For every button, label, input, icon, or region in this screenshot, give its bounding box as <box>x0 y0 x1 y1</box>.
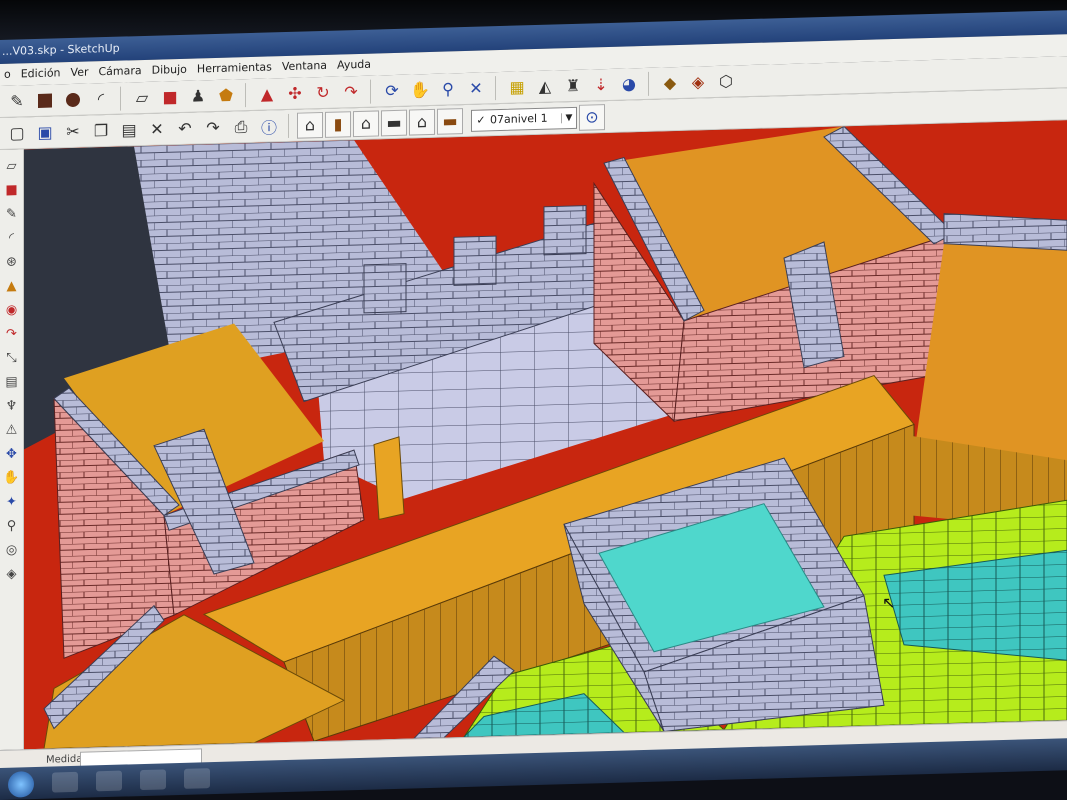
look-around-icon[interactable]: ◈ <box>2 563 22 584</box>
castle-model <box>24 125 1067 750</box>
separator <box>288 113 295 138</box>
undo-icon[interactable]: ↶ <box>172 115 198 142</box>
separator <box>245 82 252 107</box>
eraser-icon[interactable]: ▱ <box>129 84 155 111</box>
pencil-icon[interactable]: ✎ <box>2 203 22 224</box>
check-icon: ✓ <box>476 113 486 127</box>
rectangle-icon[interactable] <box>32 87 58 114</box>
separator <box>495 75 502 100</box>
menu-edicion[interactable]: Edición <box>21 62 61 85</box>
paint-bucket-icon[interactable]: ■ <box>157 83 183 110</box>
media-task-icon[interactable] <box>140 769 166 791</box>
orbit-icon[interactable]: ↷ <box>338 78 364 105</box>
select-icon[interactable]: ▱ <box>2 155 22 176</box>
separator <box>370 78 377 104</box>
scale-icon[interactable]: ✋ <box>2 467 22 488</box>
tape-measure-icon[interactable]: ▦ <box>504 74 530 101</box>
text-icon[interactable]: ▤ <box>2 371 22 392</box>
cut-icon[interactable]: ✂ <box>60 118 86 145</box>
left-toolbar: ▱ ■ ✎ ◜ ⊛ ▲ ◉ ↷ ⤡ ▤ ♆ ⚠ ✥ ✋ ✦ ⚲ ◎ ◈ <box>0 149 24 751</box>
rotate-icon[interactable]: ↷ <box>2 323 22 344</box>
print-icon[interactable]: ⎙ <box>228 113 254 140</box>
front-view-icon[interactable]: ▮ <box>325 110 351 138</box>
separator <box>120 85 127 111</box>
menu-ventana[interactable]: Ventana <box>282 55 327 78</box>
pan-icon[interactable]: ✋ <box>407 76 433 103</box>
browser-task-icon[interactable] <box>52 771 78 793</box>
new-icon[interactable]: ▢ <box>4 120 30 147</box>
dimension-icon[interactable]: ⤡ <box>2 347 22 368</box>
move-icon[interactable]: ▲ <box>254 81 280 108</box>
follow-me-icon[interactable]: ◉ <box>2 299 22 320</box>
save-icon[interactable]: ▣ <box>32 119 58 146</box>
eraser-icon[interactable]: ■ <box>2 179 22 200</box>
axes-icon[interactable]: ♜ <box>560 72 586 99</box>
tape-icon[interactable]: ⚠ <box>2 419 22 440</box>
back-view-icon[interactable]: ⌂ <box>409 108 435 136</box>
top-view-icon[interactable]: ⌂ <box>353 109 379 137</box>
iso-view-icon[interactable]: ⌂ <box>297 111 323 139</box>
menu-ver[interactable]: Ver <box>71 62 89 85</box>
offset-icon[interactable]: ↻ <box>310 79 336 106</box>
folder-task-icon[interactable] <box>96 770 122 792</box>
section-plane-icon[interactable]: ⇣ <box>588 71 614 98</box>
paste-icon[interactable]: ▤ <box>116 117 142 144</box>
layer-manager-icon[interactable]: ⊙ <box>579 103 605 131</box>
window-title: ...V03.skp - SketchUp <box>2 41 120 58</box>
protractor-icon[interactable]: ◭ <box>532 73 558 100</box>
left-view-icon[interactable]: ▬ <box>437 107 463 135</box>
component-icon[interactable]: ◕ <box>616 71 642 98</box>
menu-camara[interactable]: Cámara <box>99 60 142 83</box>
layer-name: 07anivel 1 <box>490 111 548 127</box>
separator <box>648 71 655 96</box>
follow-me-icon[interactable]: ⬟ <box>213 82 239 109</box>
orbit-icon[interactable]: ⊛ <box>2 251 22 272</box>
menu-dibujo[interactable]: Dibujo <box>152 59 187 82</box>
mouse-cursor-icon: ↖ <box>882 592 896 613</box>
model-viewport[interactable]: ↖ <box>24 120 1067 750</box>
push-pull-icon[interactable]: ♟ <box>185 83 211 110</box>
info-icon[interactable]: ⓘ <box>256 113 282 140</box>
arc-icon[interactable]: ◜ <box>2 227 22 248</box>
redo-icon[interactable]: ↷ <box>200 114 226 141</box>
pan-icon[interactable]: ✦ <box>2 491 22 512</box>
push-pull-icon[interactable]: ▲ <box>2 275 22 296</box>
make-component-icon[interactable]: ◈ <box>685 69 711 96</box>
circle-icon[interactable] <box>60 86 86 113</box>
chevron-down-icon[interactable]: ▼ <box>561 112 576 123</box>
warehouse-icon[interactable]: ⬡ <box>713 68 739 95</box>
right-view-icon[interactable]: ▬ <box>381 109 407 136</box>
sketchup-task-icon[interactable] <box>184 768 210 789</box>
menu-archivo[interactable]: o <box>4 64 11 86</box>
orbit-view-icon[interactable]: ⟳ <box>379 77 405 104</box>
zoom-extents-icon[interactable]: ✕ <box>463 75 489 102</box>
make-group-icon[interactable]: ◆ <box>657 69 683 96</box>
layer-dropdown[interactable]: ✓ 07anivel 1 ▼ <box>471 106 577 132</box>
arc-icon[interactable]: ◜ <box>88 85 114 112</box>
menu-ayuda[interactable]: Ayuda <box>337 54 371 77</box>
axes-icon[interactable]: ♆ <box>2 395 22 416</box>
rotate-icon[interactable]: ✣ <box>282 80 308 107</box>
zoom-icon[interactable]: ⚲ <box>435 76 461 103</box>
start-button-icon[interactable] <box>8 771 34 798</box>
walk-icon[interactable]: ◎ <box>2 539 22 560</box>
pencil-icon[interactable]: ✎ <box>4 88 30 115</box>
menu-herramientas[interactable]: Herramientas <box>197 56 272 80</box>
move-icon[interactable]: ✥ <box>2 443 22 464</box>
zoom-icon[interactable]: ⚲ <box>2 515 22 536</box>
delete-icon[interactable]: ✕ <box>144 116 170 143</box>
sketchup-window: ...V03.skp - SketchUp o Edición Ver Cáma… <box>0 10 1067 800</box>
copy-icon[interactable]: ❐ <box>88 117 114 144</box>
